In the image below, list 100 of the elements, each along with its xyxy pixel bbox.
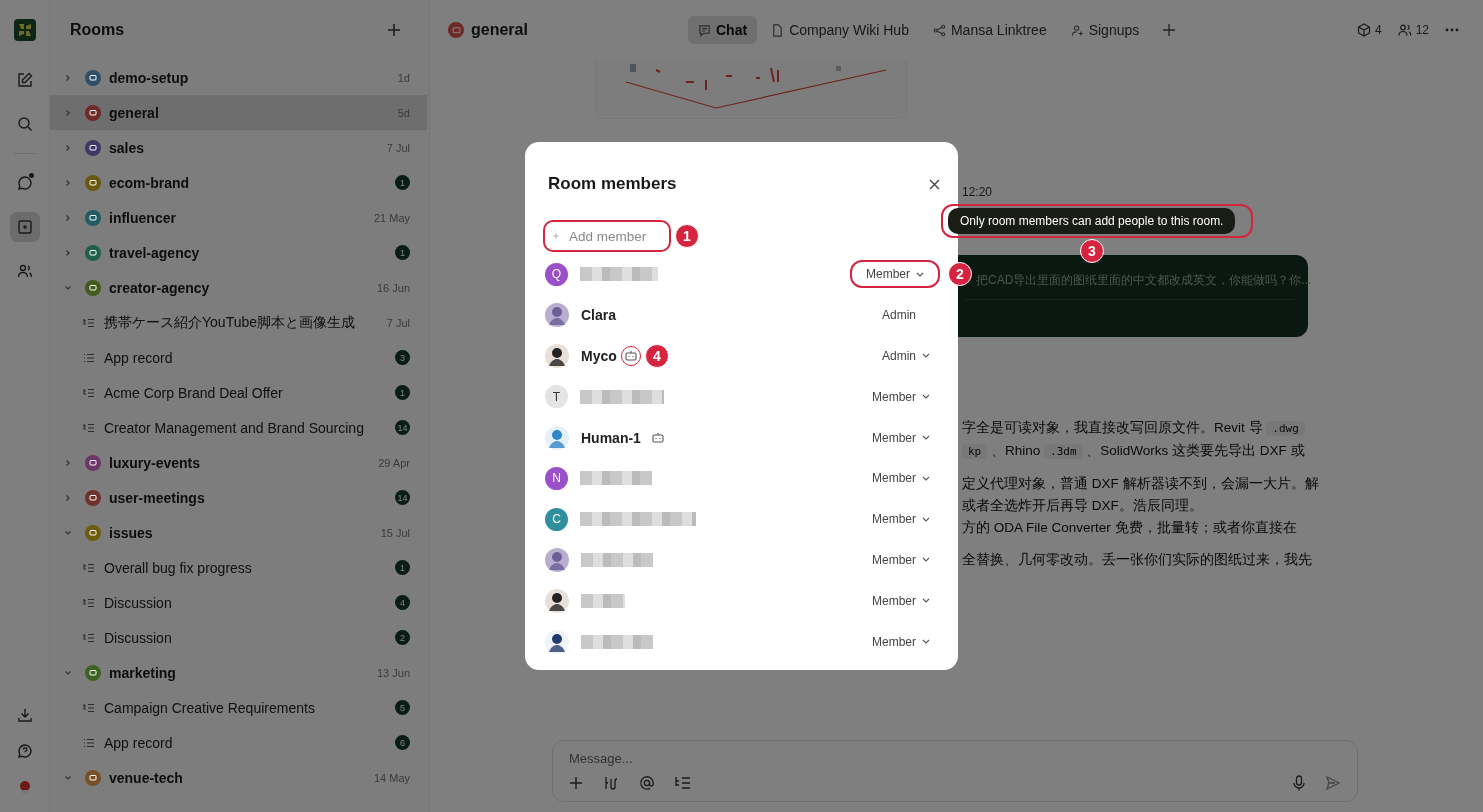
- chevron-icon[interactable]: [64, 668, 72, 677]
- add-user-icon: [1070, 23, 1084, 37]
- thread-item[interactable]: Acme Corp Brand Deal Offer 1: [50, 375, 427, 410]
- room-date: 14 May: [373, 771, 410, 784]
- document-icon: [771, 23, 785, 37]
- room-item[interactable]: influencer 21 May: [50, 200, 427, 235]
- thread-item[interactable]: Discussion 2: [50, 620, 427, 655]
- unread-count: 1: [395, 560, 410, 575]
- annotation-marker: 3: [1080, 239, 1104, 263]
- chevron-icon[interactable]: [64, 528, 72, 537]
- add-tab-icon[interactable]: [1163, 24, 1176, 36]
- room-item[interactable]: user-meetings 14: [50, 480, 427, 515]
- role-dropdown[interactable]: Member: [850, 260, 940, 289]
- unread-count: 1: [395, 245, 410, 260]
- add-room-icon[interactable]: [387, 23, 401, 37]
- unread-count: 6: [395, 735, 410, 750]
- thread-icon: [83, 632, 95, 643]
- room-date: 15 Jul: [380, 526, 410, 539]
- chevron-icon[interactable]: [64, 213, 72, 222]
- caret-icon: [922, 639, 930, 645]
- list-icon: [83, 352, 95, 363]
- role-dropdown[interactable]: Member: [862, 545, 940, 574]
- thread-item[interactable]: Discussion 4: [50, 585, 427, 620]
- microphone-icon[interactable]: [1293, 775, 1305, 791]
- chevron-icon[interactable]: [64, 73, 72, 82]
- room-date: 29 Apr: [378, 456, 410, 469]
- quoted-message: 把CAD导出里面的图纸里面的中文都改成英文，你能做吗？你...: [976, 273, 1312, 287]
- room-item[interactable]: issues 15 Jul: [50, 515, 427, 550]
- tooltip: Only room members can add people to this room.: [948, 208, 1236, 234]
- room-date: 16 Jun: [376, 281, 410, 294]
- room-title: general: [471, 21, 528, 39]
- message-input[interactable]: Message...: [569, 751, 1341, 766]
- tab[interactable]: Company Wiki Hub: [761, 16, 919, 44]
- thread-icon[interactable]: [675, 776, 691, 790]
- add-member-field[interactable]: Add member: [543, 220, 671, 252]
- thread-icon: [83, 422, 95, 433]
- room-item[interactable]: ecom-brand 1: [50, 165, 427, 200]
- chevron-icon[interactable]: [64, 458, 72, 467]
- room-item[interactable]: sales 7 Jul: [50, 130, 427, 165]
- chevron-icon[interactable]: [64, 493, 72, 502]
- chevron-icon[interactable]: [64, 143, 72, 152]
- role-dropdown[interactable]: Member: [862, 505, 940, 534]
- tab[interactable]: Signups: [1060, 16, 1150, 44]
- thread-item[interactable]: Campaign Creative Requirements 5: [50, 690, 427, 725]
- role-dropdown[interactable]: Admin: [872, 342, 940, 370]
- room-date: 21 May: [373, 211, 410, 224]
- members-count[interactable]: 12: [1397, 23, 1429, 37]
- avatar: Q: [545, 262, 568, 286]
- role-dropdown[interactable]: Member: [862, 464, 940, 493]
- thread-item[interactable]: Overall bug fix progress 1: [50, 550, 427, 585]
- chevron-icon[interactable]: [64, 773, 72, 782]
- role-label: Admin: [881, 307, 917, 325]
- room-item[interactable]: demo-setup 1d: [50, 60, 427, 95]
- caret-icon: [922, 353, 930, 359]
- rooms-icon[interactable]: [9, 212, 40, 242]
- caret-icon: [922, 516, 930, 522]
- plus-icon[interactable]: [569, 776, 583, 790]
- avatar: N: [545, 466, 568, 490]
- send-icon[interactable]: [1325, 775, 1341, 791]
- mention-icon[interactable]: [639, 775, 655, 791]
- chevron-icon[interactable]: [64, 248, 72, 257]
- caret-icon: [922, 598, 930, 604]
- role-dropdown[interactable]: Member: [862, 423, 940, 452]
- thread-item[interactable]: App record 3: [50, 340, 427, 375]
- room-date: 1d: [397, 71, 410, 84]
- room-item[interactable]: creator-agency 16 Jun: [50, 270, 427, 305]
- tab[interactable]: Chat: [688, 16, 758, 44]
- room-item[interactable]: travel-agency 1: [50, 235, 427, 270]
- thread-item[interactable]: 携帯ケース紹介YouTube脚本と画像生成 7 Jul: [50, 305, 427, 340]
- unread-count: 4: [395, 595, 410, 610]
- role-dropdown[interactable]: Member: [862, 382, 940, 411]
- avatar: C: [545, 507, 568, 531]
- role-dropdown[interactable]: Member: [862, 586, 940, 615]
- member-name: Myco: [581, 348, 617, 364]
- close-icon[interactable]: [929, 178, 940, 190]
- more-icon[interactable]: [1445, 28, 1459, 32]
- caret-icon: [922, 557, 930, 563]
- chevron-icon[interactable]: [64, 283, 72, 292]
- room-item[interactable]: venue-tech 14 May: [50, 760, 427, 795]
- tab[interactable]: Mansa Linktree: [922, 16, 1057, 44]
- role-dropdown[interactable]: Member: [862, 627, 940, 656]
- member-name: Clara: [581, 307, 617, 324]
- room-date: 13 Jun: [376, 666, 410, 679]
- share-icon: [932, 23, 946, 37]
- logo-icon[interactable]: [13, 19, 36, 41]
- chevron-icon[interactable]: [64, 108, 72, 117]
- message-line: 定义代理对象，普通 DXF 解析器读不到，会漏一大片。解: [962, 475, 1320, 493]
- room-item[interactable]: luxury-events 29 Apr: [50, 445, 427, 480]
- workflow-icon[interactable]: [603, 775, 619, 791]
- thread-item[interactable]: App record 6: [50, 725, 427, 760]
- chevron-icon[interactable]: [64, 178, 72, 187]
- apps-count[interactable]: 4: [1356, 23, 1382, 37]
- annotation-marker: 2: [948, 262, 972, 287]
- annotation-marker: 4: [644, 344, 669, 368]
- thread-item[interactable]: Creator Management and Brand Sourcing 14: [50, 410, 427, 445]
- thread-icon: [83, 317, 95, 328]
- message-line: kp 、Rhino .3dm 、SolidWorks 这类要先导出 DXF 或: [962, 440, 1483, 463]
- unread-count: 1: [395, 385, 410, 400]
- annotation-marker: 1: [675, 224, 699, 248]
- room-item[interactable]: marketing 13 Jun: [50, 655, 427, 690]
